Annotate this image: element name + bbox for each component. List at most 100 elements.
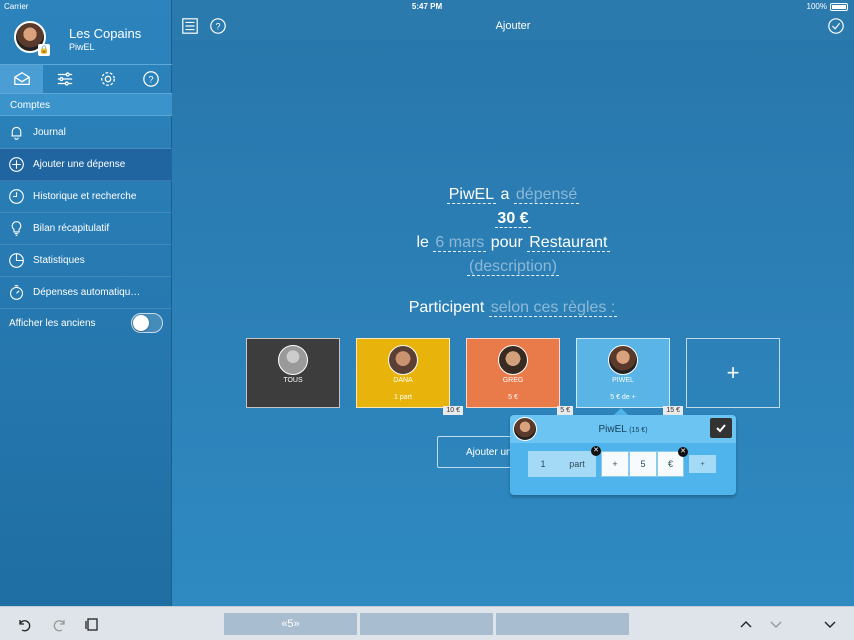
- parts-unit-field[interactable]: part ✕: [558, 446, 601, 477]
- sidebar-item-add-expense[interactable]: Ajouter une dépense: [0, 149, 172, 181]
- rules-field[interactable]: selon ces règles :: [488, 299, 618, 317]
- show-old-toggle[interactable]: [131, 313, 163, 333]
- clock-icon: [8, 188, 25, 205]
- sidebar-item-journal[interactable]: Journal: [0, 117, 172, 149]
- bell-icon: [8, 124, 25, 141]
- sidebar-item-stats[interactable]: Statistiques: [0, 245, 172, 277]
- popover-confirm-button[interactable]: [710, 418, 732, 438]
- participant-popover: PiwEL (15 €) 1 part ✕ + 5 € ✕ +: [510, 408, 736, 495]
- participant-card-piwel[interactable]: PIWEL 5 € de + 15 €: [576, 338, 683, 415]
- amount-field[interactable]: 30 €: [495, 210, 531, 228]
- popover-arrow: [614, 408, 628, 415]
- parts-value-field[interactable]: 1: [528, 451, 558, 477]
- description-field[interactable]: (description): [466, 258, 560, 276]
- popover-title: PiwEL (15 €): [510, 424, 736, 435]
- sidebar-item-auto-expenses[interactable]: Dépenses automatiqu…: [0, 277, 172, 309]
- sliders-icon: [57, 72, 72, 86]
- remove-extra-icon[interactable]: ✕: [678, 447, 688, 457]
- avatar: [608, 345, 638, 375]
- pie-chart-icon: [8, 252, 25, 269]
- sentence-line-payer: PiwEL a dépensé: [172, 186, 854, 204]
- popover-header: PiwEL (15 €): [510, 415, 736, 443]
- sidebar-item-label: Journal: [33, 127, 66, 138]
- add-participant-button[interactable]: +: [686, 338, 780, 408]
- bottom-toolbar: «5»: [0, 606, 854, 640]
- add-rule-button[interactable]: +: [689, 455, 716, 473]
- avatar: [498, 345, 528, 375]
- lightbulb-icon: [8, 220, 25, 237]
- extra-currency-label: €: [667, 459, 673, 469]
- tab-filters[interactable]: [43, 65, 86, 93]
- participant-card-greg[interactable]: GREG 5 € 5 €: [466, 338, 573, 415]
- redo-icon[interactable]: [52, 616, 68, 632]
- show-old-label: Afficher les anciens: [9, 317, 96, 329]
- help-icon: ?: [142, 71, 159, 87]
- participant-card-dana[interactable]: DANA 1 part 10 €: [356, 338, 463, 415]
- verb-a: a: [500, 186, 510, 203]
- check-icon: [716, 424, 726, 433]
- account-header[interactable]: 🔒 Les Copains PiwEL: [0, 18, 172, 64]
- show-old-row: Afficher les anciens: [0, 312, 172, 334]
- payer-field[interactable]: PiwEL: [446, 186, 497, 204]
- tab-help[interactable]: ?: [129, 65, 172, 93]
- clipboard-icon[interactable]: [84, 616, 100, 632]
- account-name: Les Copains: [69, 26, 142, 41]
- inbox-icon: [13, 71, 30, 86]
- plus-circle-icon: [8, 156, 25, 173]
- extra-value-field[interactable]: 5: [629, 451, 657, 477]
- avatar: [388, 345, 418, 375]
- popover-name: PiwEL: [598, 424, 627, 435]
- battery-icon: [830, 2, 848, 11]
- participant-value: 5 €: [508, 394, 518, 401]
- section-comptes: Comptes: [0, 94, 172, 116]
- participant-card-all[interactable]: TOUS: [246, 338, 340, 408]
- sidebar-item-label: Historique et recherche: [33, 191, 137, 202]
- participant-value: 1 part: [394, 394, 412, 401]
- participant-name: DANA: [393, 377, 413, 384]
- keyboard-suggestion-2[interactable]: [360, 613, 493, 635]
- dismiss-keyboard-icon[interactable]: [822, 616, 838, 632]
- main-content: PiwEL a dépensé 30 € le 6 mars pour Rest…: [172, 40, 854, 606]
- sentence-line-participants: Participent selon ces règles :: [172, 299, 854, 317]
- status-bar: Carrier 5:47 PM 100%: [0, 0, 854, 12]
- sidebar: 🔒 Les Copains PiwEL ? Comptes Journal Aj…: [0, 0, 172, 606]
- keyboard-suggestion-3[interactable]: [496, 613, 629, 635]
- tab-inbox[interactable]: [0, 65, 43, 93]
- extra-currency-field[interactable]: € ✕: [657, 447, 688, 477]
- sidebar-item-history[interactable]: Historique et recherche: [0, 181, 172, 213]
- sidebar-menu: Journal Ajouter une dépense Historique e…: [0, 117, 172, 309]
- battery-indicator: 100%: [807, 2, 848, 11]
- toggle-knob: [133, 315, 149, 331]
- participant-cards: TOUS DANA 1 part 10 € GREG 5 € 5 € PIWEL…: [246, 338, 780, 415]
- extra-sign-field[interactable]: +: [601, 451, 629, 477]
- avatar: [278, 345, 308, 375]
- chevron-up-icon[interactable]: [738, 616, 754, 632]
- main-header: ? Ajouter: [172, 12, 854, 40]
- sidebar-item-summary[interactable]: Bilan récapitulatif: [0, 213, 172, 245]
- sidebar-item-label: Statistiques: [33, 255, 85, 266]
- battery-percent: 100%: [806, 2, 827, 11]
- date-field[interactable]: 6 mars: [433, 234, 487, 252]
- verb-field[interactable]: dépensé: [513, 186, 580, 204]
- sentence-line-date: le 6 mars pour Restaurant: [172, 234, 854, 252]
- category-field[interactable]: Restaurant: [527, 234, 610, 252]
- remove-parts-icon[interactable]: ✕: [591, 446, 601, 456]
- participant-name: PIWEL: [612, 377, 634, 384]
- svg-text:?: ?: [148, 75, 153, 85]
- chevron-down-icon[interactable]: [768, 616, 784, 632]
- keyboard-suggestion-1[interactable]: «5»: [224, 613, 357, 635]
- sentence-line-description: (description): [172, 258, 854, 276]
- sidebar-item-label: Bilan récapitulatif: [33, 223, 110, 234]
- gear-icon: [100, 72, 115, 86]
- sidebar-item-label: Ajouter une dépense: [33, 159, 126, 170]
- undo-icon[interactable]: [16, 616, 32, 632]
- participant-share-badge: 10 €: [443, 406, 463, 415]
- participant-name: TOUS: [283, 377, 303, 384]
- timer-icon: [8, 284, 25, 301]
- word-pour: pour: [490, 234, 523, 251]
- account-user: PiwEL: [69, 42, 95, 52]
- participant-share-badge: 15 €: [663, 406, 683, 415]
- participent-label: Participent: [408, 299, 485, 316]
- tab-settings[interactable]: [86, 65, 129, 93]
- confirm-check-icon[interactable]: [827, 17, 845, 35]
